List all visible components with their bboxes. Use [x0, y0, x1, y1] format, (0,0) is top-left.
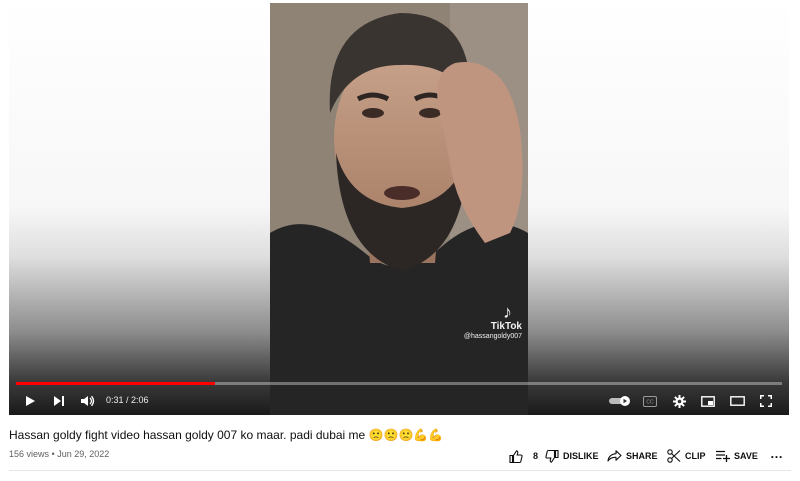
progress-fill [16, 382, 216, 385]
fullscreen-button[interactable] [755, 390, 777, 412]
video-meta: 156 views • Jun 29, 2022 [9, 449, 109, 459]
settings-button[interactable] [668, 390, 690, 412]
subtitles-icon: CC [643, 395, 657, 407]
meta-separator: • [49, 449, 58, 459]
tiktok-watermark: ♪ TikTok @hassangoldy007 [464, 303, 522, 340]
share-label: SHARE [626, 451, 658, 461]
volume-button[interactable] [77, 390, 99, 412]
player-controls: 0:31 / 2:06 CC [9, 388, 789, 412]
more-actions-button[interactable]: … [770, 445, 783, 461]
like-count: 8 [533, 451, 539, 461]
dislike-icon [545, 449, 559, 463]
share-icon [607, 450, 622, 462]
save-icon [716, 450, 730, 462]
theater-icon [729, 396, 745, 406]
next-button[interactable] [48, 390, 70, 412]
play-button[interactable] [19, 390, 41, 412]
save-label: SAVE [734, 451, 758, 461]
clip-label: CLIP [685, 451, 706, 461]
volume-icon [81, 395, 95, 407]
tiktok-logo-icon: ♪ [503, 302, 512, 322]
divider [9, 470, 791, 471]
clip-button[interactable]: CLIP [667, 448, 706, 464]
like-icon [509, 449, 523, 463]
watermark-handle: @hassangoldy007 [463, 333, 522, 340]
autoplay-toggle-icon [609, 396, 630, 406]
duration: 2:06 [131, 395, 149, 405]
next-icon [54, 396, 64, 406]
like-button[interactable]: 8 [509, 448, 538, 464]
miniplayer-icon [701, 395, 715, 407]
clip-icon [667, 449, 681, 463]
progress-bar[interactable] [16, 382, 782, 385]
watch-page: ♪ TikTok @hassangoldy007 0:31 / 2:06 CC … [0, 0, 800, 481]
dislike-button[interactable]: DISLIKE [545, 448, 599, 464]
fullscreen-icon [760, 395, 772, 407]
more-icon: … [770, 445, 783, 461]
video-title: Hassan goldy fight video hassan goldy 00… [9, 428, 444, 442]
upload-date: Jun 29, 2022 [57, 449, 110, 459]
miniplayer-button[interactable] [697, 390, 719, 412]
share-button[interactable]: SHARE [607, 448, 658, 464]
subtitles-button[interactable]: CC [639, 390, 661, 412]
svg-text:CC: CC [646, 399, 654, 405]
current-time: 0:31 [106, 395, 124, 405]
autoplay-toggle[interactable] [607, 390, 633, 412]
play-icon [26, 396, 35, 406]
view-count: 156 views [9, 449, 50, 459]
time-display: 0:31 / 2:06 [106, 395, 149, 405]
dislike-label: DISLIKE [563, 451, 599, 461]
save-button[interactable]: SAVE [716, 448, 758, 464]
theater-mode-button[interactable] [726, 390, 748, 412]
video-frame[interactable]: ♪ TikTok @hassangoldy007 [270, 3, 528, 415]
time-separator: / [123, 395, 132, 405]
settings-icon [672, 394, 686, 408]
video-player[interactable]: ♪ TikTok @hassangoldy007 0:31 / 2:06 CC [9, 0, 789, 415]
video-still-image [270, 3, 528, 415]
watermark-brand: TikTok [490, 321, 522, 332]
